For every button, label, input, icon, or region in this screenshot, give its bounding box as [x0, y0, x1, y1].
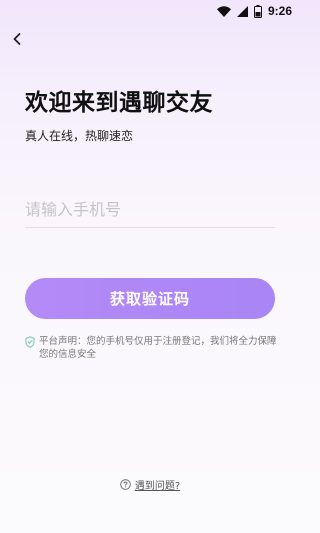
privacy-notice-text: 平台声明：您的手机号仅用于注册登记，我们将全力保障您的信息安全 — [39, 336, 277, 360]
help-link[interactable]: 遇到问题? — [0, 477, 300, 492]
get-verification-code-button[interactable]: 获取验证码 — [25, 278, 275, 319]
page-subtitle: 真人在线，热聊速恋 — [25, 129, 134, 143]
get-verification-code-label: 获取验证码 — [109, 290, 190, 308]
help-link-label: 遇到问题? — [134, 481, 181, 492]
question-circle-icon — [120, 479, 131, 490]
privacy-notice: 平台声明：您的手机号仅用于注册登记，我们将全力保障您的信息安全 — [25, 335, 277, 361]
chevron-left-icon — [13, 33, 21, 45]
phone-number-input[interactable] — [25, 196, 275, 228]
signal-icon — [236, 5, 248, 17]
wifi-icon — [216, 5, 231, 17]
status-icons: 9:26 — [216, 3, 292, 19]
back-button[interactable] — [6, 28, 28, 50]
status-bar: 9:26 — [0, 0, 300, 22]
shield-check-icon — [25, 336, 35, 348]
page-title: 欢迎来到遇聊交友 — [25, 90, 213, 116]
battery-icon — [253, 4, 262, 18]
status-time: 9:26 — [267, 4, 292, 18]
